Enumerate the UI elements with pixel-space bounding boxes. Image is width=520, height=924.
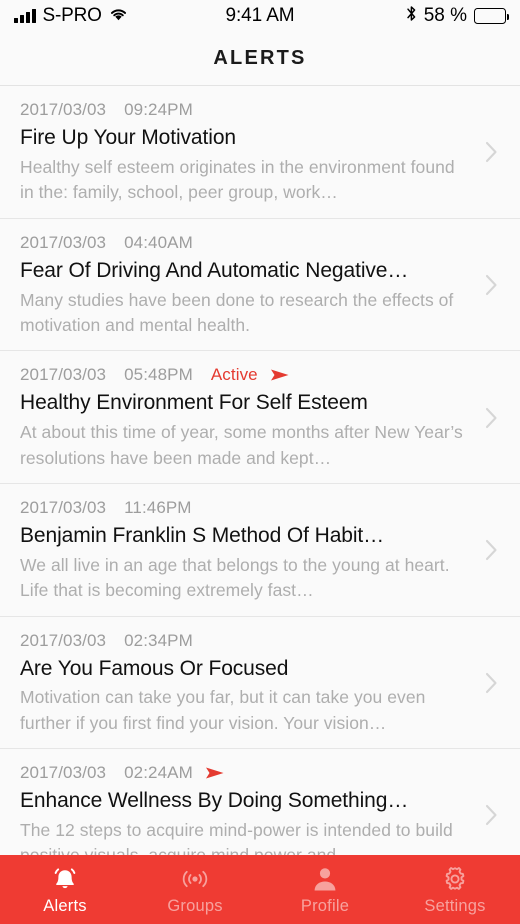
alert-title: Benjamin Franklin S Method Of Habit… <box>20 523 385 547</box>
alert-row[interactable]: 2017/03/03 04:40AM Fear Of Driving And Aut… <box>0 218 520 352</box>
carrier-label: S-PRO <box>42 5 102 26</box>
bluetooth-icon <box>406 5 417 28</box>
broadcast-icon <box>180 864 210 894</box>
status-bar-left: S-PRO <box>14 5 226 27</box>
alert-time: 09:24PM <box>124 100 193 119</box>
alert-date: 2017/03/03 <box>20 365 107 385</box>
alert-date: 2017/03/03 <box>20 763 107 783</box>
alert-body: Motivation can take you far, but it can … <box>20 687 426 733</box>
alert-meta: 2017/03/03 09:24PM <box>20 99 470 121</box>
alert-time: 02:34PM <box>124 630 193 650</box>
alert-list[interactable]: 2017/03/03 09:24PM Fire Up Your Motivation… <box>0 86 520 855</box>
battery-icon <box>474 8 510 24</box>
alert-title: Healthy Environment For Self Esteem <box>20 391 368 415</box>
alert-row[interactable]: 2017/03/03 02:24AM Enhance Wellness By Doi… <box>0 749 520 855</box>
alert-meta: 2017/03/03 04:40AM <box>20 232 470 254</box>
alert-title: Enhance Wellness By Doing Something… <box>20 789 409 813</box>
wifi-icon <box>109 5 128 27</box>
alert-time: 05:48PM <box>124 365 193 385</box>
status-badge: Active <box>210 365 258 385</box>
chevron-right-icon[interactable] <box>480 672 502 694</box>
alert-time: 02:24AM <box>124 763 193 783</box>
bottom-tab-bar[interactable]: Alerts Groups Profile Settings <box>0 855 520 924</box>
chevron-right-icon[interactable] <box>480 274 502 296</box>
chevron-right-icon[interactable] <box>480 804 502 826</box>
alert-row-content: 2017/03/03 05:48PM Active Healthy Environme… <box>20 364 480 471</box>
navigation-bar: ALERTS <box>0 32 520 86</box>
alert-body: We all live in an age that belongs to th… <box>20 554 450 601</box>
app-screen: S-PRO 9:41 AM 58 % ALERTS 2017/03/03 09:… <box>0 0 520 924</box>
alert-date: 2017/03/03 <box>20 497 107 517</box>
alert-title: Fear Of Driving And Automatic Negative… <box>20 258 409 282</box>
alert-body: Many studies have been done to research … <box>20 289 454 335</box>
chevron-right-icon[interactable] <box>480 407 502 429</box>
alert-title: Fire Up Your Motivation <box>20 126 236 149</box>
alert-row[interactable]: 2017/03/03 11:46PM Benjamin Franklin S Met… <box>0 483 520 617</box>
person-icon <box>311 864 339 894</box>
gear-icon <box>441 864 469 894</box>
battery-percent-label: 58 % <box>423 5 468 26</box>
alert-date: 2017/03/03 <box>20 630 107 650</box>
status-bar-right: 58 % <box>295 5 510 28</box>
alert-meta: 2017/03/03 11:46PM <box>20 497 470 519</box>
alert-body: Healthy self esteem originates in the en… <box>20 156 455 203</box>
chevron-right-icon[interactable] <box>480 539 502 561</box>
status-bar-center: 9:41 AM <box>226 5 295 27</box>
alert-title: Are You Famous Or Focused <box>20 656 289 680</box>
tab-profile[interactable]: Profile <box>260 855 390 924</box>
status-bar: S-PRO 9:41 AM 58 % <box>0 0 520 32</box>
clock-label: 9:41 AM <box>225 5 295 26</box>
tab-label: Alerts <box>43 897 87 916</box>
alert-row-content: 2017/03/03 04:40AM Fear Of Driving And Aut… <box>20 232 480 339</box>
alert-row[interactable]: 2017/03/03 09:24PM Fire Up Your Motivation… <box>0 86 520 219</box>
tab-settings[interactable]: Settings <box>390 855 520 924</box>
signal-bars-icon <box>14 9 36 23</box>
chevron-right-icon[interactable] <box>480 141 502 163</box>
alert-body: At about this time of year, some months … <box>20 422 463 468</box>
alert-meta: 2017/03/03 05:48PM Active <box>20 364 470 386</box>
alert-time: 04:40AM <box>124 232 193 252</box>
alert-row[interactable]: 2017/03/03 02:34PM Are You Famous Or Focus… <box>0 616 520 750</box>
alert-row-content: 2017/03/03 11:46PM Benjamin Franklin S Met… <box>20 497 480 604</box>
play-icon[interactable] <box>205 766 225 780</box>
alert-date: 2017/03/03 <box>20 232 107 252</box>
alert-body: The 12 steps to acquire mind-power is in… <box>20 820 453 855</box>
bell-icon <box>50 864 80 894</box>
play-icon[interactable] <box>270 368 290 382</box>
tab-alerts[interactable]: Alerts <box>0 855 130 924</box>
tab-label: Groups <box>167 897 223 916</box>
alert-row-content: 2017/03/03 09:24PM Fire Up Your Motivation… <box>20 99 480 206</box>
alert-meta: 2017/03/03 02:34PM <box>20 630 470 652</box>
tab-groups[interactable]: Groups <box>130 855 260 924</box>
page-title: ALERTS <box>213 47 307 69</box>
tab-label: Settings <box>424 897 486 916</box>
alert-row-content: 2017/03/03 02:34PM Are You Famous Or Focus… <box>20 630 480 737</box>
tab-label: Profile <box>300 897 350 916</box>
alert-date: 2017/03/03 <box>20 100 107 119</box>
alert-meta: 2017/03/03 02:24AM <box>20 762 470 784</box>
alert-row[interactable]: 2017/03/03 05:48PM Active Healthy Environme… <box>0 351 520 484</box>
alert-time: 11:46PM <box>124 497 192 517</box>
alert-row-content: 2017/03/03 02:24AM Enhance Wellness By Doi… <box>20 762 480 855</box>
